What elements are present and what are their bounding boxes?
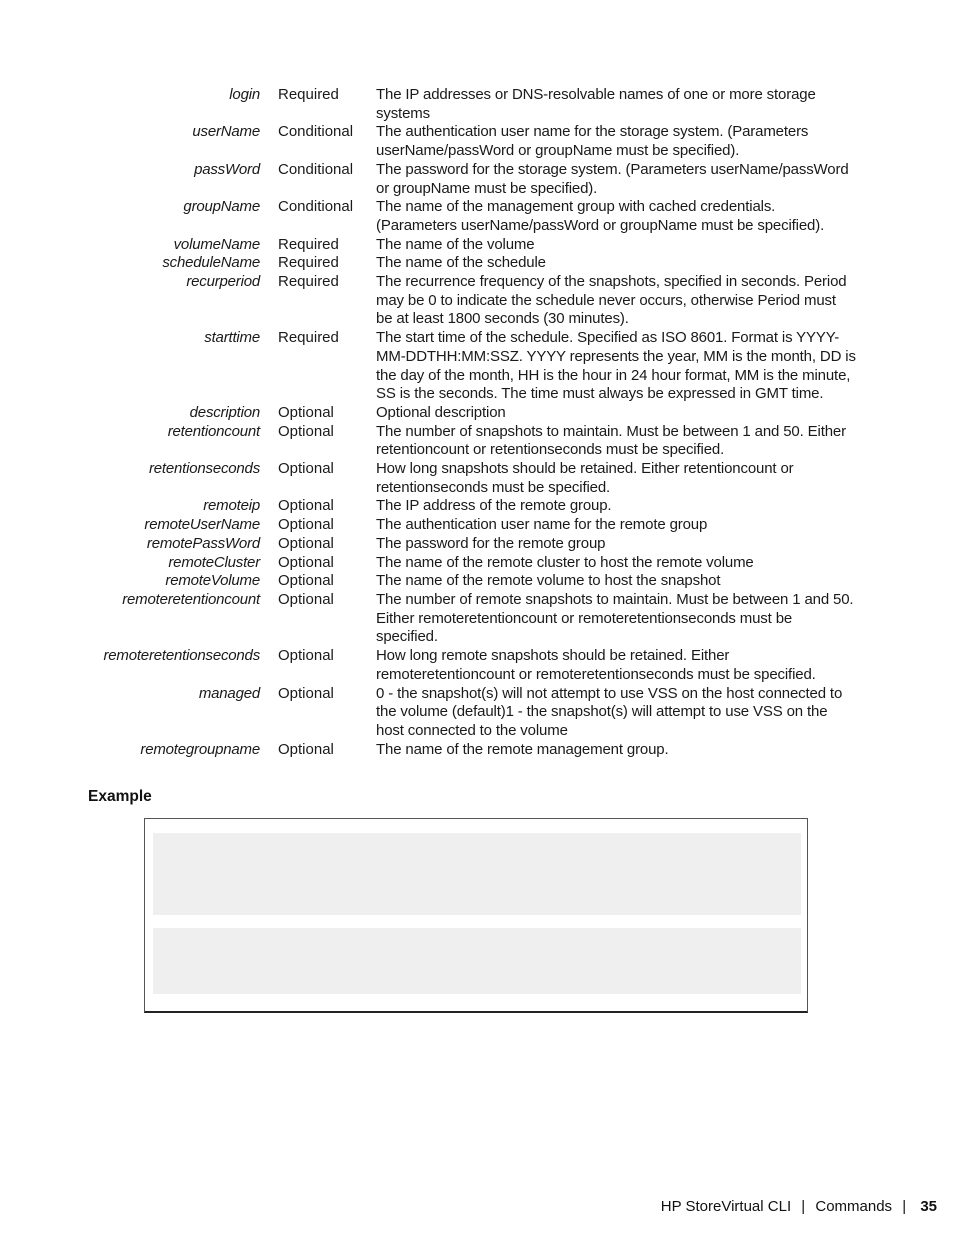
param-name: remoteCluster (168, 553, 260, 571)
param-row-username: userName Conditional The authentication … (0, 123, 954, 160)
param-name: managed (198, 684, 260, 702)
param-name: remoteip (203, 497, 260, 515)
param-description: The name of the management group with ca… (376, 198, 825, 234)
param-row-schedulename: scheduleName Required The name of the sc… (0, 254, 954, 273)
param-requirement: Optional (278, 647, 334, 665)
param-name: recurperiod (186, 273, 260, 291)
param-description: The authentication user name for the sto… (376, 123, 809, 160)
footer-separator: | (902, 1198, 907, 1215)
param-name: remoteUserName (144, 516, 260, 534)
param-requirement: Optional (278, 684, 334, 702)
footer-product: HP StoreVirtual CLI (660, 1198, 792, 1215)
param-description: The number of snapshots to maintain. Mus… (376, 422, 846, 459)
param-requirement: Optional (278, 590, 334, 608)
param-description: The IP addresses or DNS-resolvable names… (376, 86, 816, 122)
param-row-remoteip: remoteip Optional The IP address of the … (0, 497, 954, 516)
param-description: How long snapshots should be retained. E… (376, 460, 794, 496)
param-requirement: Conditional (278, 198, 354, 216)
code-block (153, 928, 801, 994)
param-name: groupName (183, 198, 260, 216)
param-description: The name of the remote volume to host th… (376, 572, 721, 590)
example-heading: Example (88, 788, 152, 805)
param-row-remotecluster: remoteCluster Optional The name of the r… (0, 554, 954, 573)
param-requirement: Required (278, 273, 339, 291)
parameter-table: login Required The IP addresses or DNS-r… (0, 86, 954, 759)
param-name: userName (192, 123, 260, 141)
param-description: The password for the storage system. (Pa… (376, 160, 849, 197)
footer-section: Commands (815, 1198, 893, 1215)
param-description: How long remote snapshots should be reta… (376, 647, 816, 683)
param-description: The name of the remote cluster to host t… (376, 553, 754, 571)
param-requirement: Optional (278, 534, 334, 552)
param-description: The name of the schedule (376, 254, 546, 272)
param-row-retentioncount: retentioncount Optional The number of sn… (0, 423, 954, 460)
param-name: retentionseconds (148, 460, 260, 478)
param-description: The recurrence frequency of the snapshot… (376, 273, 847, 328)
param-row-remotegroupname: remotegroupname Optional The name of the… (0, 741, 954, 760)
param-row-retentionseconds: retentionseconds Optional How long snaps… (0, 460, 954, 497)
param-row-starttime: starttime Required The start time of the… (0, 329, 954, 404)
param-requirement: Optional (278, 403, 334, 421)
param-name: passWord (194, 160, 260, 178)
param-requirement: Optional (278, 553, 334, 571)
param-description: The start time of the schedule. Specifie… (376, 329, 856, 403)
param-name: remoteVolume (165, 572, 260, 590)
param-description: The password for the remote group (376, 534, 606, 552)
param-requirement: Required (278, 86, 339, 103)
param-name: retentioncount (167, 422, 260, 440)
param-description: The authentication user name for the rem… (376, 516, 708, 534)
param-requirement: Required (278, 254, 339, 272)
param-row-remotepassword: remotePassWord Optional The password for… (0, 535, 954, 554)
param-row-remoteusername: remoteUserName Optional The authenticati… (0, 516, 954, 535)
param-requirement: Required (278, 329, 339, 347)
param-description: 0 - the snapshot(s) will not attempt to … (376, 684, 843, 739)
param-requirement: Optional (278, 740, 334, 758)
param-description: Optional description (376, 403, 506, 421)
param-description: The name of the volume (376, 235, 535, 253)
param-requirement: Optional (278, 422, 334, 440)
param-name: scheduleName (162, 254, 260, 272)
param-row-recurperiod: recurperiod Required The recurrence freq… (0, 273, 954, 329)
param-name: remoteretentioncount (122, 590, 260, 608)
param-description: The IP address of the remote group. (376, 497, 612, 515)
param-requirement: Required (278, 235, 339, 253)
param-row-managed: managed Optional 0 - the snapshot(s) wil… (0, 685, 954, 741)
param-row-remotevolume: remoteVolume Optional The name of the re… (0, 572, 954, 591)
param-description: The number of remote snapshots to mainta… (376, 590, 854, 646)
page-footer: HP StoreVirtual CLI | Commands | 35 (661, 1198, 937, 1215)
param-requirement: Conditional (278, 160, 354, 178)
code-block (153, 833, 801, 915)
param-name: starttime (204, 329, 260, 347)
param-name: remoteretentionseconds (103, 647, 260, 665)
param-row-remoteretentionseconds: remoteretentionseconds Optional How long… (0, 647, 954, 684)
param-name: volumeName (173, 235, 261, 253)
param-row-password: passWord Conditional The password for th… (0, 161, 954, 198)
footer-separator: | (801, 1198, 806, 1215)
param-row-remoteretentioncount: remoteretentioncount Optional The number… (0, 591, 954, 647)
param-requirement: Optional (278, 460, 334, 478)
param-name: remotePassWord (146, 534, 260, 552)
param-name: login (229, 86, 260, 103)
example-box (144, 818, 808, 1013)
param-requirement: Optional (278, 516, 334, 534)
param-name: description (189, 403, 261, 421)
param-row-groupname: groupName Conditional The name of the ma… (0, 198, 954, 235)
page-number: 35 (920, 1198, 937, 1215)
param-requirement: Conditional (278, 123, 354, 141)
param-row-login: login Required The IP addresses or DNS-r… (0, 86, 954, 123)
param-requirement: Optional (278, 572, 334, 590)
param-name: remotegroupname (140, 740, 260, 758)
param-row-description: description Optional Optional descriptio… (0, 404, 954, 423)
param-requirement: Optional (278, 497, 334, 515)
param-row-volumename: volumeName Required The name of the volu… (0, 236, 954, 255)
param-description: The name of the remote management group. (376, 740, 669, 758)
